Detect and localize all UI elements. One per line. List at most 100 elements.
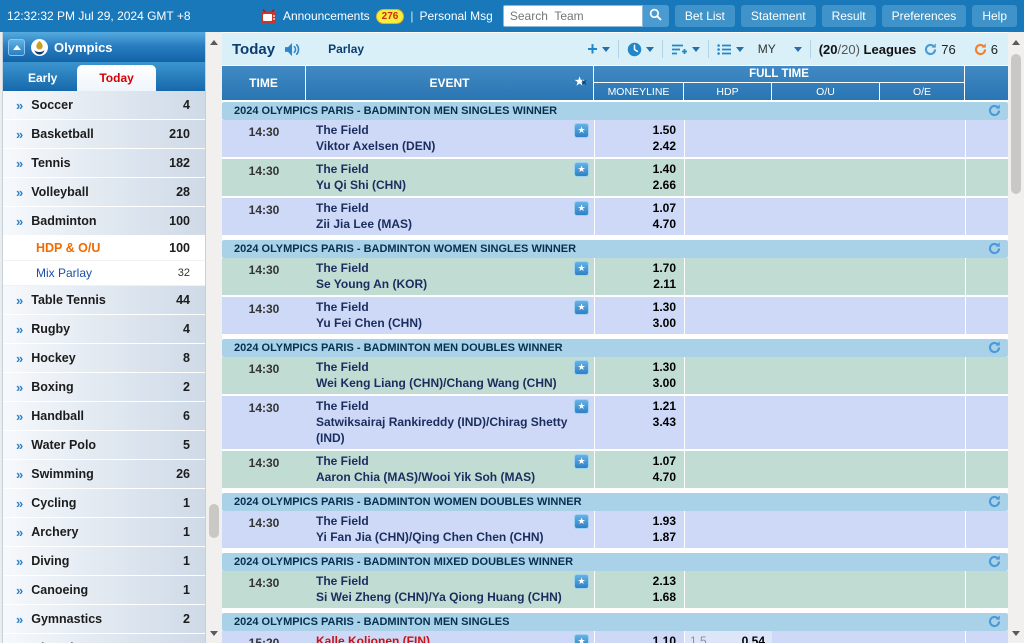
refresh-icon[interactable]	[988, 555, 1001, 568]
scroll-down-icon[interactable]	[1008, 625, 1024, 641]
personal-msg-link[interactable]: Personal Msg	[419, 9, 492, 23]
favorite-star-icon[interactable]: ★	[574, 514, 589, 529]
sidebar-scrollbar[interactable]	[206, 32, 222, 643]
add-view-dropdown[interactable]: +	[587, 42, 610, 56]
refresh-countdown: 6	[991, 42, 998, 57]
oe-cell	[880, 396, 965, 449]
sidebar-item-boxing[interactable]: »Boxing2	[3, 373, 205, 402]
sidebar-item-swimming[interactable]: »Swimming26	[3, 460, 205, 489]
event-time: 14:30	[222, 120, 306, 157]
scroll-up-icon[interactable]	[1008, 34, 1024, 50]
favorite-all-star-icon[interactable]: ★✕	[572, 75, 587, 90]
sidebar-item-count: 210	[169, 127, 190, 141]
topbar-button-preferences[interactable]: Preferences	[882, 5, 967, 27]
moneyline-odds: 1.10	[595, 633, 676, 643]
sidebar-item-water-polo[interactable]: »Water Polo5	[3, 431, 205, 460]
favorite-star-icon[interactable]: ★	[574, 201, 589, 216]
search-input[interactable]	[503, 5, 643, 27]
double-chevron-icon: »	[16, 323, 23, 336]
announcements-link[interactable]: Announcements	[283, 9, 370, 23]
refresh-icon[interactable]	[988, 615, 1001, 628]
moneyline-cell[interactable]: 1.702.11	[594, 258, 684, 295]
extra-cell	[965, 258, 1008, 295]
favorite-star-icon[interactable]: ★	[574, 634, 589, 643]
topbar-button-bet-list[interactable]: Bet List	[675, 5, 735, 27]
moneyline-odds: 1.93	[595, 513, 676, 529]
display-mode-dropdown[interactable]	[717, 43, 744, 56]
moneyline-cell[interactable]: 2.131.68	[594, 571, 684, 608]
favorite-star-icon[interactable]: ★	[574, 360, 589, 375]
scroll-up-icon[interactable]	[206, 34, 222, 50]
tab-early[interactable]: Early	[11, 65, 74, 91]
odds-table-body: 2024 OLYMPICS PARIS - BADMINTON MEN SING…	[222, 100, 1008, 643]
sort-filter-dropdown[interactable]	[671, 43, 700, 56]
sidebar-item-olympic[interactable]: »Olympic376	[3, 634, 205, 643]
sidebar-item-archery[interactable]: »Archery1	[3, 518, 205, 547]
sidebar-item-gymnastics[interactable]: »Gymnastics2	[3, 605, 205, 634]
moneyline-odds: 1.87	[595, 529, 676, 545]
plus-icon: +	[587, 42, 598, 56]
event-name: Zii Jia Lee (MAS)	[316, 216, 568, 232]
moneyline-cell[interactable]: 1.303.00	[594, 357, 684, 394]
main-scrollbar[interactable]	[1008, 32, 1024, 643]
sidebar-scrollbar-thumb[interactable]	[209, 504, 219, 538]
sidebar-item-handball[interactable]: »Handball6	[3, 402, 205, 431]
moneyline-cell[interactable]: 1.402.66	[594, 159, 684, 196]
moneyline-cell[interactable]: 1.931.87	[594, 511, 684, 548]
sidebar-item-tennis[interactable]: »Tennis182	[3, 149, 205, 178]
moneyline-cell[interactable]: 1.074.70	[594, 451, 684, 488]
sidebar-item-label: Hockey	[31, 351, 75, 365]
moneyline-cell[interactable]: 1.213.43	[594, 396, 684, 449]
moneyline-cell[interactable]: 1.303.00	[594, 297, 684, 334]
sidebar-item-rugby[interactable]: »Rugby4	[3, 315, 205, 344]
topbar-button-result[interactable]: Result	[822, 5, 876, 27]
olympics-flame-icon	[31, 39, 48, 56]
sidebar-item-count: 2	[183, 612, 190, 626]
sidebar-item-volleyball[interactable]: »Volleyball28	[3, 178, 205, 207]
sidebar-item-soccer[interactable]: »Soccer4	[3, 91, 205, 120]
favorite-star-icon[interactable]: ★	[574, 300, 589, 315]
sidebar-subitem-mix-parlay[interactable]: Mix Parlay32	[3, 261, 205, 286]
event-name: Se Young An (KOR)	[316, 276, 568, 292]
favorite-star-icon[interactable]: ★	[574, 162, 589, 177]
favorite-star-icon[interactable]: ★	[574, 399, 589, 414]
moneyline-odds: 4.70	[595, 469, 676, 485]
sidebar-item-table-tennis[interactable]: »Table Tennis44	[3, 286, 205, 315]
sidebar-subitem-hdp-o-u[interactable]: HDP & O/U100	[3, 236, 205, 261]
sidebar-item-diving[interactable]: »Diving1	[3, 547, 205, 576]
extra-cell	[965, 159, 1008, 196]
sidebar-item-canoeing[interactable]: »Canoeing1	[3, 576, 205, 605]
moneyline-cell[interactable]: 1.502.42	[594, 120, 684, 157]
scroll-down-icon[interactable]	[206, 625, 222, 641]
event-row: 14:30The FieldYu Qi Shi (CHN)★1.402.66	[222, 159, 1008, 198]
sidebar-item-label: HDP & O/U	[36, 241, 100, 255]
main-scrollbar-thumb[interactable]	[1011, 54, 1021, 194]
tab-today[interactable]: Today	[77, 65, 155, 91]
favorite-star-icon[interactable]: ★	[574, 574, 589, 589]
refresh-icon[interactable]	[988, 242, 1001, 255]
search-button[interactable]	[643, 5, 669, 27]
favorite-star-icon[interactable]: ★	[574, 454, 589, 469]
refresh-all-orange[interactable]: 6	[974, 42, 998, 57]
favorite-star-icon[interactable]: ★	[574, 123, 589, 138]
refresh-icon[interactable]	[988, 341, 1001, 354]
sidebar-item-cycling[interactable]: »Cycling1	[3, 489, 205, 518]
sidebar-item-hockey[interactable]: »Hockey8	[3, 344, 205, 373]
sidebar-item-label: Water Polo	[31, 438, 96, 452]
refresh-icon[interactable]	[988, 495, 1001, 508]
collapse-panel-button[interactable]	[8, 39, 25, 56]
refresh-all-blue[interactable]: 76	[924, 42, 955, 57]
favorite-star-icon[interactable]: ★	[574, 261, 589, 276]
sidebar-item-label: Gymnastics	[31, 612, 102, 626]
topbar-button-help[interactable]: Help	[972, 5, 1017, 27]
topbar-button-statement[interactable]: Statement	[741, 5, 816, 27]
sidebar-item-badminton[interactable]: »Badminton100	[3, 207, 205, 236]
moneyline-cell[interactable]: 1.10	[594, 631, 684, 643]
speaker-icon[interactable]	[283, 42, 302, 57]
odds-format-dropdown[interactable]: MY	[758, 42, 802, 56]
moneyline-cell[interactable]: 1.074.70	[594, 198, 684, 235]
sidebar-item-basketball[interactable]: »Basketball210	[3, 120, 205, 149]
refresh-icon[interactable]	[988, 104, 1001, 117]
time-filter-dropdown[interactable]	[627, 42, 654, 57]
hdp-cell[interactable]: 1.50.54	[684, 631, 772, 643]
